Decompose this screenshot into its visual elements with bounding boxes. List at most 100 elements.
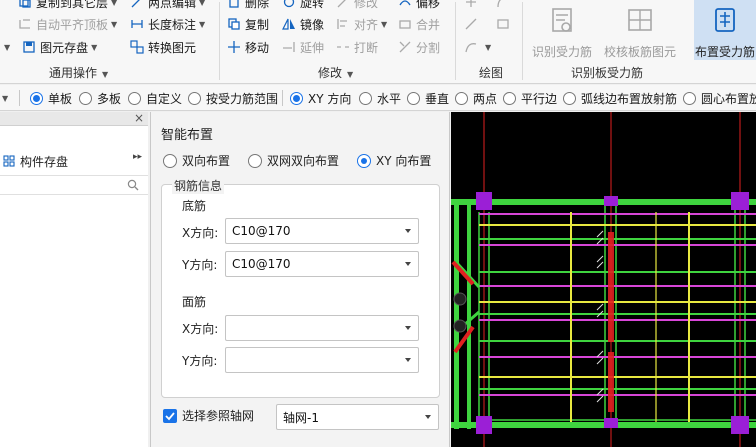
draw-curve-button[interactable]: ▼ [464, 37, 491, 57]
length-mark-button[interactable]: 长度标注 ▼ [130, 14, 205, 34]
radio-xy-direction[interactable]: XY 方向 [290, 89, 351, 107]
scope-dropdown-arrow[interactable]: ▼ [2, 89, 8, 107]
top-y-combobox[interactable] [225, 347, 419, 373]
checkbox-checked-icon [163, 408, 177, 423]
extend-button[interactable]: 延伸 [282, 37, 324, 57]
split-icon [398, 40, 412, 54]
break-button[interactable]: 打断 [336, 37, 378, 57]
expand-icon[interactable]: ▸▸ [133, 152, 142, 162]
mode-bidirectional-radio[interactable]: 双向布置 [163, 152, 230, 169]
draw-line-button[interactable] [464, 14, 482, 34]
split-button[interactable]: 分割 [398, 37, 440, 57]
flat-slab-icon [18, 17, 32, 31]
mode-xy-radio[interactable]: XY 向布置 [357, 152, 431, 169]
modify2-label: 修改 [354, 0, 379, 10]
delete-icon [227, 0, 241, 9]
smart-layout-dialog: 智能布置 双向布置 双网双向布置 XY 向布置 钢筋信息 底筋 X方向: C10… [150, 112, 450, 447]
radio-dot [79, 91, 92, 105]
ref-grid-checkbox[interactable]: 选择参照轴网 [163, 407, 254, 424]
group-draw: 绘图 [479, 66, 504, 80]
ref-grid-value: 轴网-1 [283, 410, 319, 425]
twopoint-edit-button[interactable]: 两点编辑 ▼ [130, 0, 205, 12]
draw-rect-button[interactable] [496, 14, 514, 34]
dimension-icon [130, 17, 144, 31]
chevron-down-icon [405, 262, 411, 266]
top-y-label: Y方向: [182, 354, 218, 368]
chevron-down-icon: ▼ [199, 0, 206, 7]
auto-flat-slab-label: 自动平齐顶板 [36, 17, 109, 32]
modify2-button[interactable]: 修改 [336, 0, 378, 12]
mirror-button[interactable]: 镜像 [282, 14, 324, 34]
offset-button[interactable]: 偏移 [398, 0, 440, 12]
panel-search-input[interactable] [0, 175, 148, 195]
radio-dot [30, 91, 43, 105]
check-rebar-button[interactable]: 校核板筋图元 [600, 0, 680, 60]
radio-dot [683, 91, 696, 105]
top-x-combobox[interactable] [225, 315, 419, 341]
merge-button[interactable]: 合并 [398, 14, 440, 34]
move-button[interactable]: 移动 [227, 37, 269, 57]
identify-rebar-icon [552, 8, 572, 32]
group-common-ops: 通用操作 ▼ [49, 66, 109, 80]
rotate-icon [282, 0, 296, 9]
extend-label: 延伸 [300, 40, 325, 55]
radio-horizontal[interactable]: 水平 [359, 89, 401, 107]
mirror-icon [282, 17, 296, 31]
radio-dot [357, 153, 371, 168]
rebar-info-legend: 钢筋信息 [172, 177, 225, 194]
align-label: 对齐 [354, 17, 379, 32]
component-save-tab[interactable]: 构件存盘 [0, 152, 148, 170]
radio-multi-slab[interactable]: 多板 [79, 89, 121, 107]
radio-dot [503, 91, 516, 105]
radio-two-points[interactable]: 两点 [455, 89, 497, 107]
radio-custom[interactable]: 自定义 [128, 89, 182, 107]
chevron-down-icon: ▼ [4, 42, 11, 52]
line-icon [464, 17, 478, 31]
radio-dot [455, 91, 468, 105]
radio-vertical[interactable]: 垂直 [407, 89, 449, 107]
bottom-y-combobox[interactable]: C10@170 [225, 251, 419, 277]
slab-rebar-drawing [451, 112, 756, 447]
modify-icon [336, 0, 350, 9]
search-icon [127, 179, 139, 194]
delete-label: 删除 [245, 0, 270, 10]
mode-double-net-radio[interactable]: 双网双向布置 [248, 152, 339, 169]
component-save-label: 图元存盘 [40, 40, 89, 55]
radio-parallel-edge[interactable]: 平行边 [503, 89, 557, 107]
bottom-x-combobox[interactable]: C10@170 [225, 218, 419, 244]
radio-dot [563, 91, 576, 105]
convert-component-button[interactable]: 转换图元 [130, 37, 196, 57]
delete-button[interactable]: 删除 [227, 0, 269, 12]
move-label: 移动 [245, 40, 270, 55]
split-label: 分割 [416, 40, 441, 55]
radio-by-rebar-range[interactable]: 按受力筋范围 [188, 89, 278, 107]
copy-to-floor-button[interactable]: 复制到其它层 ▼ [18, 0, 117, 12]
rotate-label: 旋转 [300, 0, 325, 10]
copy-button[interactable]: 复制 [227, 14, 269, 34]
bottom-rebar-heading: 底筋 [182, 199, 207, 213]
length-mark-label: 长度标注 [148, 17, 197, 32]
draw-point-button[interactable] [464, 0, 482, 12]
align-button[interactable]: 对齐 ▼ [336, 14, 387, 34]
radio-center-radial[interactable]: 圆心布置放 [683, 89, 756, 107]
radio-single-slab[interactable]: 单板 [30, 89, 72, 107]
check-rebar-icon [628, 9, 652, 31]
draw-arc-button[interactable] [496, 0, 514, 12]
top-x-label: X方向: [182, 322, 219, 336]
layout-rebar-button[interactable]: 布置受力筋 [694, 0, 756, 60]
rotate-button[interactable]: 旋转 [282, 0, 324, 12]
chevron-down-icon: ▼ [381, 19, 388, 29]
radio-arc-radial[interactable]: 弧线边布置放射筋 [563, 89, 677, 107]
ribbon-toolbar: 复制到其它层 ▼ 自动平齐顶板 ▼ ▼ 图元存盘 ▼ 两点编辑 ▼ 长度标注 ▼ 转换图元… [0, 0, 756, 84]
component-save-button[interactable]: ▼ 图元存盘 ▼ [4, 37, 97, 57]
rectangle-icon [496, 17, 510, 31]
identify-rebar-button[interactable]: 识别受力筋 [530, 0, 594, 60]
ref-grid-combobox[interactable]: 轴网-1 [276, 404, 439, 430]
auto-flat-slab-button[interactable]: 自动平齐顶板 ▼ [18, 14, 117, 34]
radio-dot [290, 91, 303, 105]
group-recognize: 识别板受力筋 [571, 66, 644, 80]
chevron-down-icon [405, 326, 411, 330]
grid-icon [2, 154, 16, 168]
drawing-canvas[interactable] [451, 112, 756, 447]
close-icon[interactable]: × [134, 111, 144, 125]
